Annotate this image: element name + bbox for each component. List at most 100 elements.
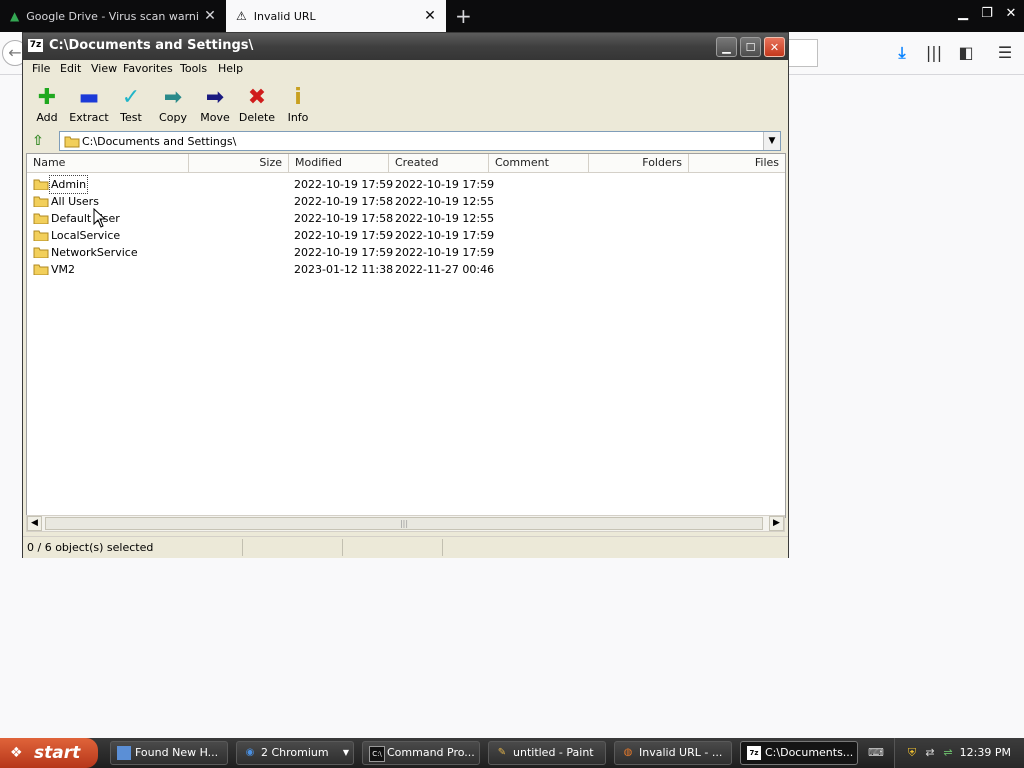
address-field[interactable]: C:\Documents and Settings\ ▼ [59,131,781,151]
task-label: 2 Chromium [261,746,329,759]
table-row[interactable]: VM2 2023-01-12 11:38 2022-11-27 00:46 [27,261,785,278]
taskbar-item-found-new-hardware[interactable]: Found New H... [110,741,228,765]
selection-status: 0 / 6 object(s) selected [23,539,243,556]
folder-icon [64,136,80,148]
window-title: C:\Documents and Settings\ [49,38,254,53]
download-icon[interactable]: ⤓ [891,42,913,64]
column-folders[interactable]: Folders [589,154,689,172]
chromium-icon: ◉ [245,747,255,758]
copy-button[interactable]: ➡ Copy [152,85,194,124]
file-name: VM2 [51,263,76,276]
folder-icon [33,230,49,241]
window-titlebar[interactable]: 7z C:\Documents and Settings\ ▁ ☐ ✕ [23,33,788,60]
close-tab-icon[interactable]: ✕ [200,8,220,24]
delete-button[interactable]: ✖ Delete [236,85,278,124]
table-row[interactable]: All Users 2022-10-19 17:58 2022-10-19 12… [27,193,785,210]
file-name: Default User [51,212,120,225]
taskbar-item-paint[interactable]: ✎ untitled - Paint [488,741,606,765]
paint-icon: ✎ [497,747,507,758]
table-row[interactable]: Admin 2022-10-19 17:59 2022-10-19 17:59 [27,175,785,194]
menu-help[interactable]: Help [218,62,243,75]
close-button[interactable]: ✕ [764,37,785,57]
menu-file[interactable]: File [32,62,50,75]
move-button[interactable]: ➡ Move [194,85,236,124]
menu-bar: File Edit View Favorites Tools Help [23,60,788,79]
file-list[interactable]: Name Size Modified Created Comment Folde… [26,153,786,518]
close-tab-icon[interactable]: ✕ [420,8,440,24]
checkmark-icon: ✓ [121,85,141,110]
command-prompt-icon: C:\ [369,746,385,762]
file-created: 2022-10-19 17:59 [395,246,495,259]
taskbar-item-chromium[interactable]: ◉ 2 Chromium ▼ [236,741,354,765]
table-row[interactable]: Default User 2022-10-19 17:58 2022-10-19… [27,210,785,227]
file-modified: 2022-10-19 17:58 [294,212,394,225]
file-modified: 2022-10-19 17:59 [294,229,394,242]
column-created[interactable]: Created [389,154,489,172]
taskbar-item-firefox[interactable]: ◍ Invalid URL - ... [614,741,732,765]
menu-edit[interactable]: Edit [60,62,81,75]
test-button[interactable]: ✓ Test [110,85,152,124]
taskbar-item-command-prompt[interactable]: C:\ Command Pro... [362,741,480,765]
menu-view[interactable]: View [91,62,117,75]
move-label: Move [200,111,230,124]
scroll-left-button[interactable]: ◀ [27,516,42,531]
scrollbar-thumb[interactable]: ||| [45,517,763,530]
folder-icon [33,264,49,275]
start-button[interactable]: ❖ start [0,738,98,768]
taskbar-item-7zip[interactable]: 7z C:\Documents... [740,741,858,765]
info-button[interactable]: i Info [277,85,319,124]
column-size[interactable]: Size [189,154,289,172]
browser-tab-google-drive[interactable]: ▲ Google Drive - Virus scan warning ✕ [0,0,226,32]
sidebar-icon[interactable]: ◧ [955,42,977,64]
delete-x-icon: ✖ [247,85,267,110]
url-bar[interactable] [788,39,818,67]
task-label: Command Pro... [387,746,475,759]
maximize-button[interactable]: ☐ [740,37,761,57]
table-row[interactable]: NetworkService 2022-10-19 17:59 2022-10-… [27,244,785,261]
keyboard-icon[interactable]: ⌨ [868,746,884,760]
notification-window-icon [117,746,131,760]
folder-icon [33,179,49,190]
clock[interactable]: 12:39 PM [960,746,1011,759]
folder-up-icon[interactable]: ⇧ [27,131,49,151]
task-label: Invalid URL - ... [639,746,723,759]
browser-restore-button[interactable]: ❐ [976,6,998,21]
new-tab-button[interactable]: + [455,4,472,28]
file-created: 2022-11-27 00:46 [395,263,495,276]
security-shield-icon[interactable]: ⛨ [905,746,919,760]
column-name[interactable]: Name [27,154,189,172]
column-modified[interactable]: Modified [289,154,389,172]
column-comment[interactable]: Comment [489,154,589,172]
file-created: 2022-10-19 17:59 [395,229,495,242]
close-icon: ✕ [769,41,780,54]
windows-logo-icon: ❖ [10,745,23,761]
network-icon[interactable]: ⇄ [923,746,937,760]
scroll-right-button[interactable]: ▶ [769,516,784,531]
table-row[interactable]: LocalService 2022-10-19 17:59 2022-10-19… [27,227,785,244]
browser-close-button[interactable]: ✕ [1000,6,1022,21]
folder-icon [33,196,49,207]
add-button[interactable]: ✚ Add [26,85,68,124]
taskbar: ❖ start Found New H... ◉ 2 Chromium ▼ C:… [0,738,1024,768]
copy-arrow-icon: ➡ [163,85,183,110]
safely-remove-hardware-icon[interactable]: ⇌ [941,746,955,760]
browser-minimize-button[interactable]: ▁ [952,6,974,21]
task-label: C:\Documents... [765,746,854,759]
address-dropdown-button[interactable]: ▼ [763,132,780,150]
status-bar: 0 / 6 object(s) selected [23,536,788,558]
folder-icon [33,213,49,224]
file-created: 2022-10-19 12:55 [395,212,495,225]
status-pane [343,539,443,556]
maximize-icon: ☐ [745,41,756,54]
menu-tools[interactable]: Tools [180,62,207,75]
browser-tab-invalid-url[interactable]: ⚠ Invalid URL ✕ [226,0,446,32]
column-files[interactable]: Files [689,154,785,172]
chevron-left-icon: ◀ [31,518,38,528]
minimize-button[interactable]: ▁ [716,37,737,57]
horizontal-scrollbar[interactable]: ◀ ||| ▶ [26,515,785,532]
menu-icon[interactable]: ☰ [994,42,1016,64]
menu-favorites[interactable]: Favorites [123,62,173,75]
extract-button[interactable]: ▬ Extract [68,85,110,124]
plus-icon: ✚ [37,85,57,110]
library-icon[interactable]: ||| [923,42,945,64]
